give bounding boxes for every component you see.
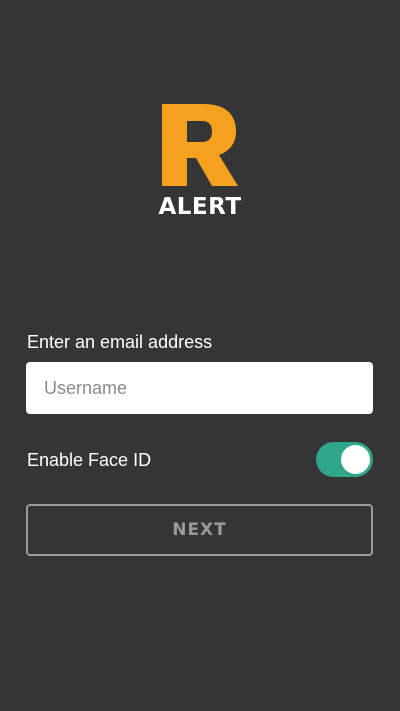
username-input[interactable] [26,362,373,414]
app-logo: ALERT [0,104,400,220]
toggle-knob [341,445,370,474]
r-logo-icon [162,104,238,186]
email-label: Enter an email address [27,332,213,352]
next-button[interactable]: NEXT [26,504,373,556]
face-id-toggle[interactable] [316,442,373,477]
face-id-label: Enable Face ID [27,450,152,470]
login-screen: ALERT Enter an email address Enable Face… [0,0,400,711]
logo-wordmark: ALERT [158,194,242,220]
